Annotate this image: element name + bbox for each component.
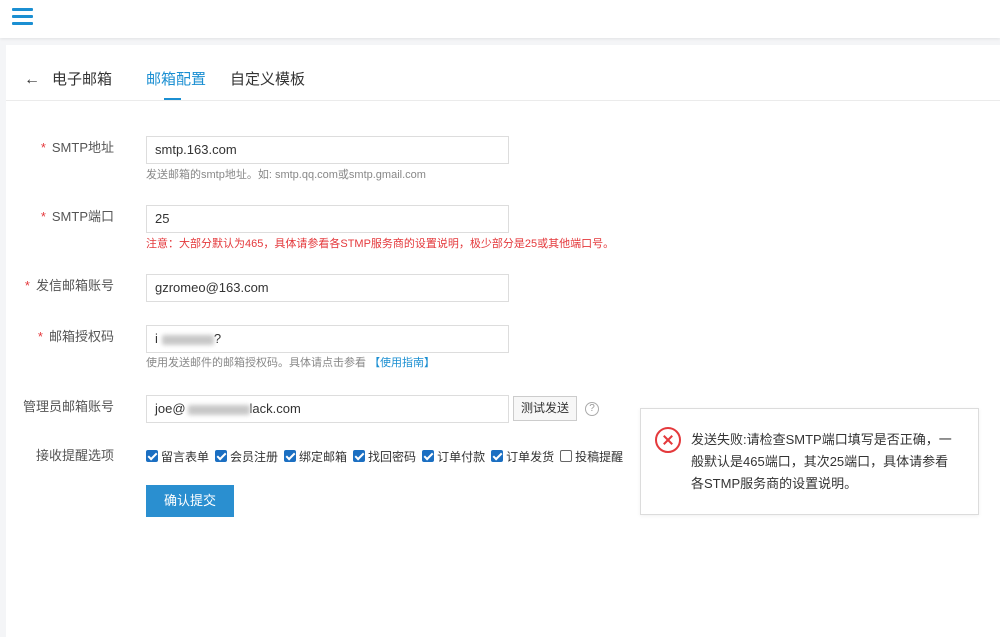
smtp-port-input[interactable]: 25 [146, 205, 509, 233]
notify-options-label: 接收提醒选项 [35, 448, 114, 463]
active-tab-indicator [164, 98, 181, 100]
auth-code-label: * 邮箱授权码 [37, 329, 114, 344]
sender-account-input[interactable]: gzromeo@163.com [146, 274, 509, 302]
checkbox-order-shipping[interactable]: 订单发货 [491, 448, 554, 465]
usage-guide-link[interactable]: 【使用指南】 [369, 357, 435, 369]
smtp-port-warning: 注意：大部分默认为465，具体请参看各STMP服务商的设置说明，极少部分是25或… [146, 238, 615, 250]
checkbox-checked-icon [215, 450, 228, 462]
admin-account-label: 管理员邮箱账号 [22, 399, 114, 414]
auth-code-hint: 使用发送邮件的邮箱授权码。具体请点击参看 【使用指南】 [146, 357, 436, 369]
admin-account-input[interactable]: joe@ lack.com [146, 395, 509, 423]
main-panel: ← 电子邮箱 邮箱配置 自定义模板 * SMTP地址 smtp.163.com 发… [6, 45, 1000, 637]
help-icon[interactable]: ? [585, 402, 599, 416]
checkbox-unchecked-icon [560, 450, 573, 462]
submit-button[interactable]: 确认提交 [146, 485, 234, 517]
menu-icon[interactable] [12, 5, 34, 27]
checkbox-checked-icon [146, 450, 158, 462]
required-mark: * [40, 209, 46, 224]
top-bar [0, 0, 1000, 38]
checkbox-checked-icon [491, 450, 504, 462]
checkbox-submission-reminder[interactable]: 投稿提醒 [560, 448, 623, 465]
page-header: ← 电子邮箱 邮箱配置 自定义模板 [6, 45, 1000, 101]
tab-custom-template[interactable]: 自定义模板 [230, 70, 305, 90]
required-mark: * [37, 329, 43, 344]
checkbox-checked-icon [353, 450, 366, 462]
page-title: 电子邮箱 [52, 71, 113, 88]
sender-account-label: * 发信邮箱账号 [24, 278, 114, 293]
error-toast: 发送失败:请检查SMTP端口填写是否正确，一般默认是465端口，其次25端口，具… [640, 408, 979, 515]
notify-options: 留言表单 会员注册 绑定邮箱 找回密码 订单付款 订单发货 投稿提醒 [146, 447, 629, 465]
smtp-host-hint: 发送邮箱的smtp地址。如: smtp.qq.com或smtp.gmail.co… [146, 169, 426, 181]
required-mark: * [24, 278, 30, 293]
checkbox-member-register[interactable]: 会员注册 [215, 448, 278, 465]
back-arrow-icon[interactable]: ← [24, 70, 40, 90]
smtp-port-label: * SMTP端口 [40, 209, 114, 224]
error-toast-message: 发送失败:请检查SMTP端口填写是否正确，一般默认是465端口，其次25端口，具… [691, 432, 952, 491]
tab-email-config[interactable]: 邮箱配置 [146, 70, 206, 90]
error-circle-icon [655, 427, 681, 453]
smtp-host-input[interactable]: smtp.163.com [146, 136, 509, 164]
smtp-host-label: * SMTP地址 [40, 140, 114, 155]
checkbox-bind-email[interactable]: 绑定邮箱 [284, 448, 347, 465]
checkbox-recover-password[interactable]: 找回密码 [353, 448, 416, 465]
checkbox-order-payment[interactable]: 订单付款 [422, 448, 485, 465]
checkbox-checked-icon [422, 450, 435, 462]
auth-code-input[interactable]: i? [146, 325, 509, 353]
required-mark: * [40, 140, 46, 155]
checkbox-message-form[interactable]: 留言表单 [146, 448, 209, 465]
test-send-button[interactable]: 测试发送 [513, 396, 577, 421]
checkbox-checked-icon [284, 450, 297, 462]
